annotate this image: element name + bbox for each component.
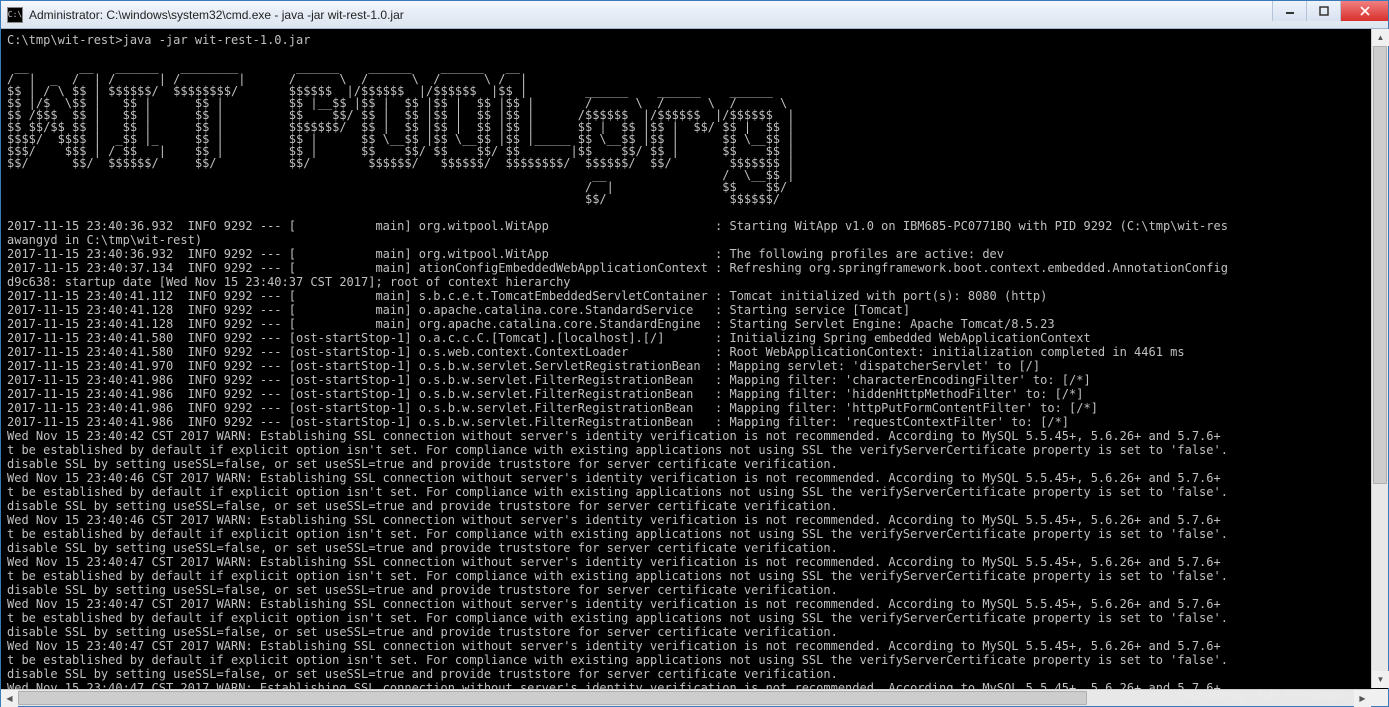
log-line: 2017-11-15 23:40:41.112 INFO 9292 --- [ … xyxy=(7,289,1382,303)
log-line: t be established by default if explicit … xyxy=(7,527,1382,541)
close-button[interactable] xyxy=(1340,1,1388,21)
log-line: disable SSL by setting useSSL=false, or … xyxy=(7,499,1382,513)
log-line: disable SSL by setting useSSL=false, or … xyxy=(7,625,1382,639)
log-line: 2017-11-15 23:40:41.128 INFO 9292 --- [ … xyxy=(7,317,1382,331)
log-line: disable SSL by setting useSSL=false, or … xyxy=(7,667,1382,681)
maximize-button[interactable] xyxy=(1306,1,1340,21)
log-line: 2017-11-15 23:40:41.986 INFO 9292 --- [o… xyxy=(7,415,1382,429)
log-line: 2017-11-15 23:40:41.970 INFO 9292 --- [o… xyxy=(7,359,1382,373)
log-line: 2017-11-15 23:40:41.580 INFO 9292 --- [o… xyxy=(7,345,1382,359)
cmd-icon[interactable]: C:\ xyxy=(7,7,23,23)
log-line: Wed Nov 15 23:40:42 CST 2017 WARN: Estab… xyxy=(7,429,1382,443)
log-line: Wed Nov 15 23:40:46 CST 2017 WARN: Estab… xyxy=(7,471,1382,485)
window-title: Administrator: C:\windows\system32\cmd.e… xyxy=(29,8,1272,22)
log-line: t be established by default if explicit … xyxy=(7,653,1382,667)
log-output: 2017-11-15 23:40:36.932 INFO 9292 --- [ … xyxy=(7,219,1382,706)
log-line: 2017-11-15 23:40:36.932 INFO 9292 --- [ … xyxy=(7,247,1382,261)
log-line: disable SSL by setting useSSL=false, or … xyxy=(7,583,1382,597)
log-line: Wed Nov 15 23:40:47 CST 2017 WARN: Estab… xyxy=(7,639,1382,653)
blank-line xyxy=(7,47,1382,61)
log-line: Wed Nov 15 23:40:46 CST 2017 WARN: Estab… xyxy=(7,513,1382,527)
log-line: 2017-11-15 23:40:41.986 INFO 9292 --- [o… xyxy=(7,387,1382,401)
ascii-banner: __ __ ______ ________ ______ ______ ____… xyxy=(7,61,1382,205)
scroll-up-button[interactable]: ▲ xyxy=(1372,29,1389,46)
vertical-scrollbar[interactable]: ▲ ▼ xyxy=(1371,29,1388,688)
log-line: awangyd in C:\tmp\wit-rest) xyxy=(7,233,1382,247)
log-line: disable SSL by setting useSSL=false, or … xyxy=(7,457,1382,471)
scroll-corner xyxy=(1371,689,1388,706)
horizontal-scroll-track[interactable] xyxy=(18,690,1354,706)
command-prompt-line: C:\tmp\wit-rest>java -jar wit-rest-1.0.j… xyxy=(7,33,1382,47)
scroll-down-button[interactable]: ▼ xyxy=(1372,671,1389,688)
log-line: 2017-11-15 23:40:41.128 INFO 9292 --- [ … xyxy=(7,303,1382,317)
scroll-left-button[interactable]: ◀ xyxy=(1,690,18,707)
horizontal-scrollbar[interactable]: ◀ ▶ xyxy=(1,689,1371,706)
log-line: Wed Nov 15 23:40:47 CST 2017 WARN: Estab… xyxy=(7,597,1382,611)
blank-line xyxy=(7,205,1382,219)
log-line: 2017-11-15 23:40:41.580 INFO 9292 --- [o… xyxy=(7,331,1382,345)
log-line: 2017-11-15 23:40:36.932 INFO 9292 --- [ … xyxy=(7,219,1382,233)
console-output[interactable]: C:\tmp\wit-rest>java -jar wit-rest-1.0.j… xyxy=(1,29,1388,706)
cmd-window: C:\ Administrator: C:\windows\system32\c… xyxy=(0,0,1389,707)
scroll-right-button[interactable]: ▶ xyxy=(1354,690,1371,707)
log-line: 2017-11-15 23:40:41.986 INFO 9292 --- [o… xyxy=(7,373,1382,387)
vertical-scroll-thumb[interactable] xyxy=(1373,46,1387,484)
horizontal-scroll-thumb[interactable] xyxy=(18,691,1087,705)
vertical-scroll-track[interactable] xyxy=(1372,46,1388,671)
log-line: Wed Nov 15 23:40:47 CST 2017 WARN: Estab… xyxy=(7,555,1382,569)
log-line: t be established by default if explicit … xyxy=(7,443,1382,457)
log-line: disable SSL by setting useSSL=false, or … xyxy=(7,541,1382,555)
minimize-button[interactable] xyxy=(1272,1,1306,21)
log-line: d9c638: startup date [Wed Nov 15 23:40:3… xyxy=(7,275,1382,289)
titlebar[interactable]: C:\ Administrator: C:\windows\system32\c… xyxy=(1,1,1388,29)
log-line: 2017-11-15 23:40:41.986 INFO 9292 --- [o… xyxy=(7,401,1382,415)
log-line: 2017-11-15 23:40:37.134 INFO 9292 --- [ … xyxy=(7,261,1382,275)
log-line: t be established by default if explicit … xyxy=(7,485,1382,499)
log-line: t be established by default if explicit … xyxy=(7,569,1382,583)
log-line: t be established by default if explicit … xyxy=(7,611,1382,625)
